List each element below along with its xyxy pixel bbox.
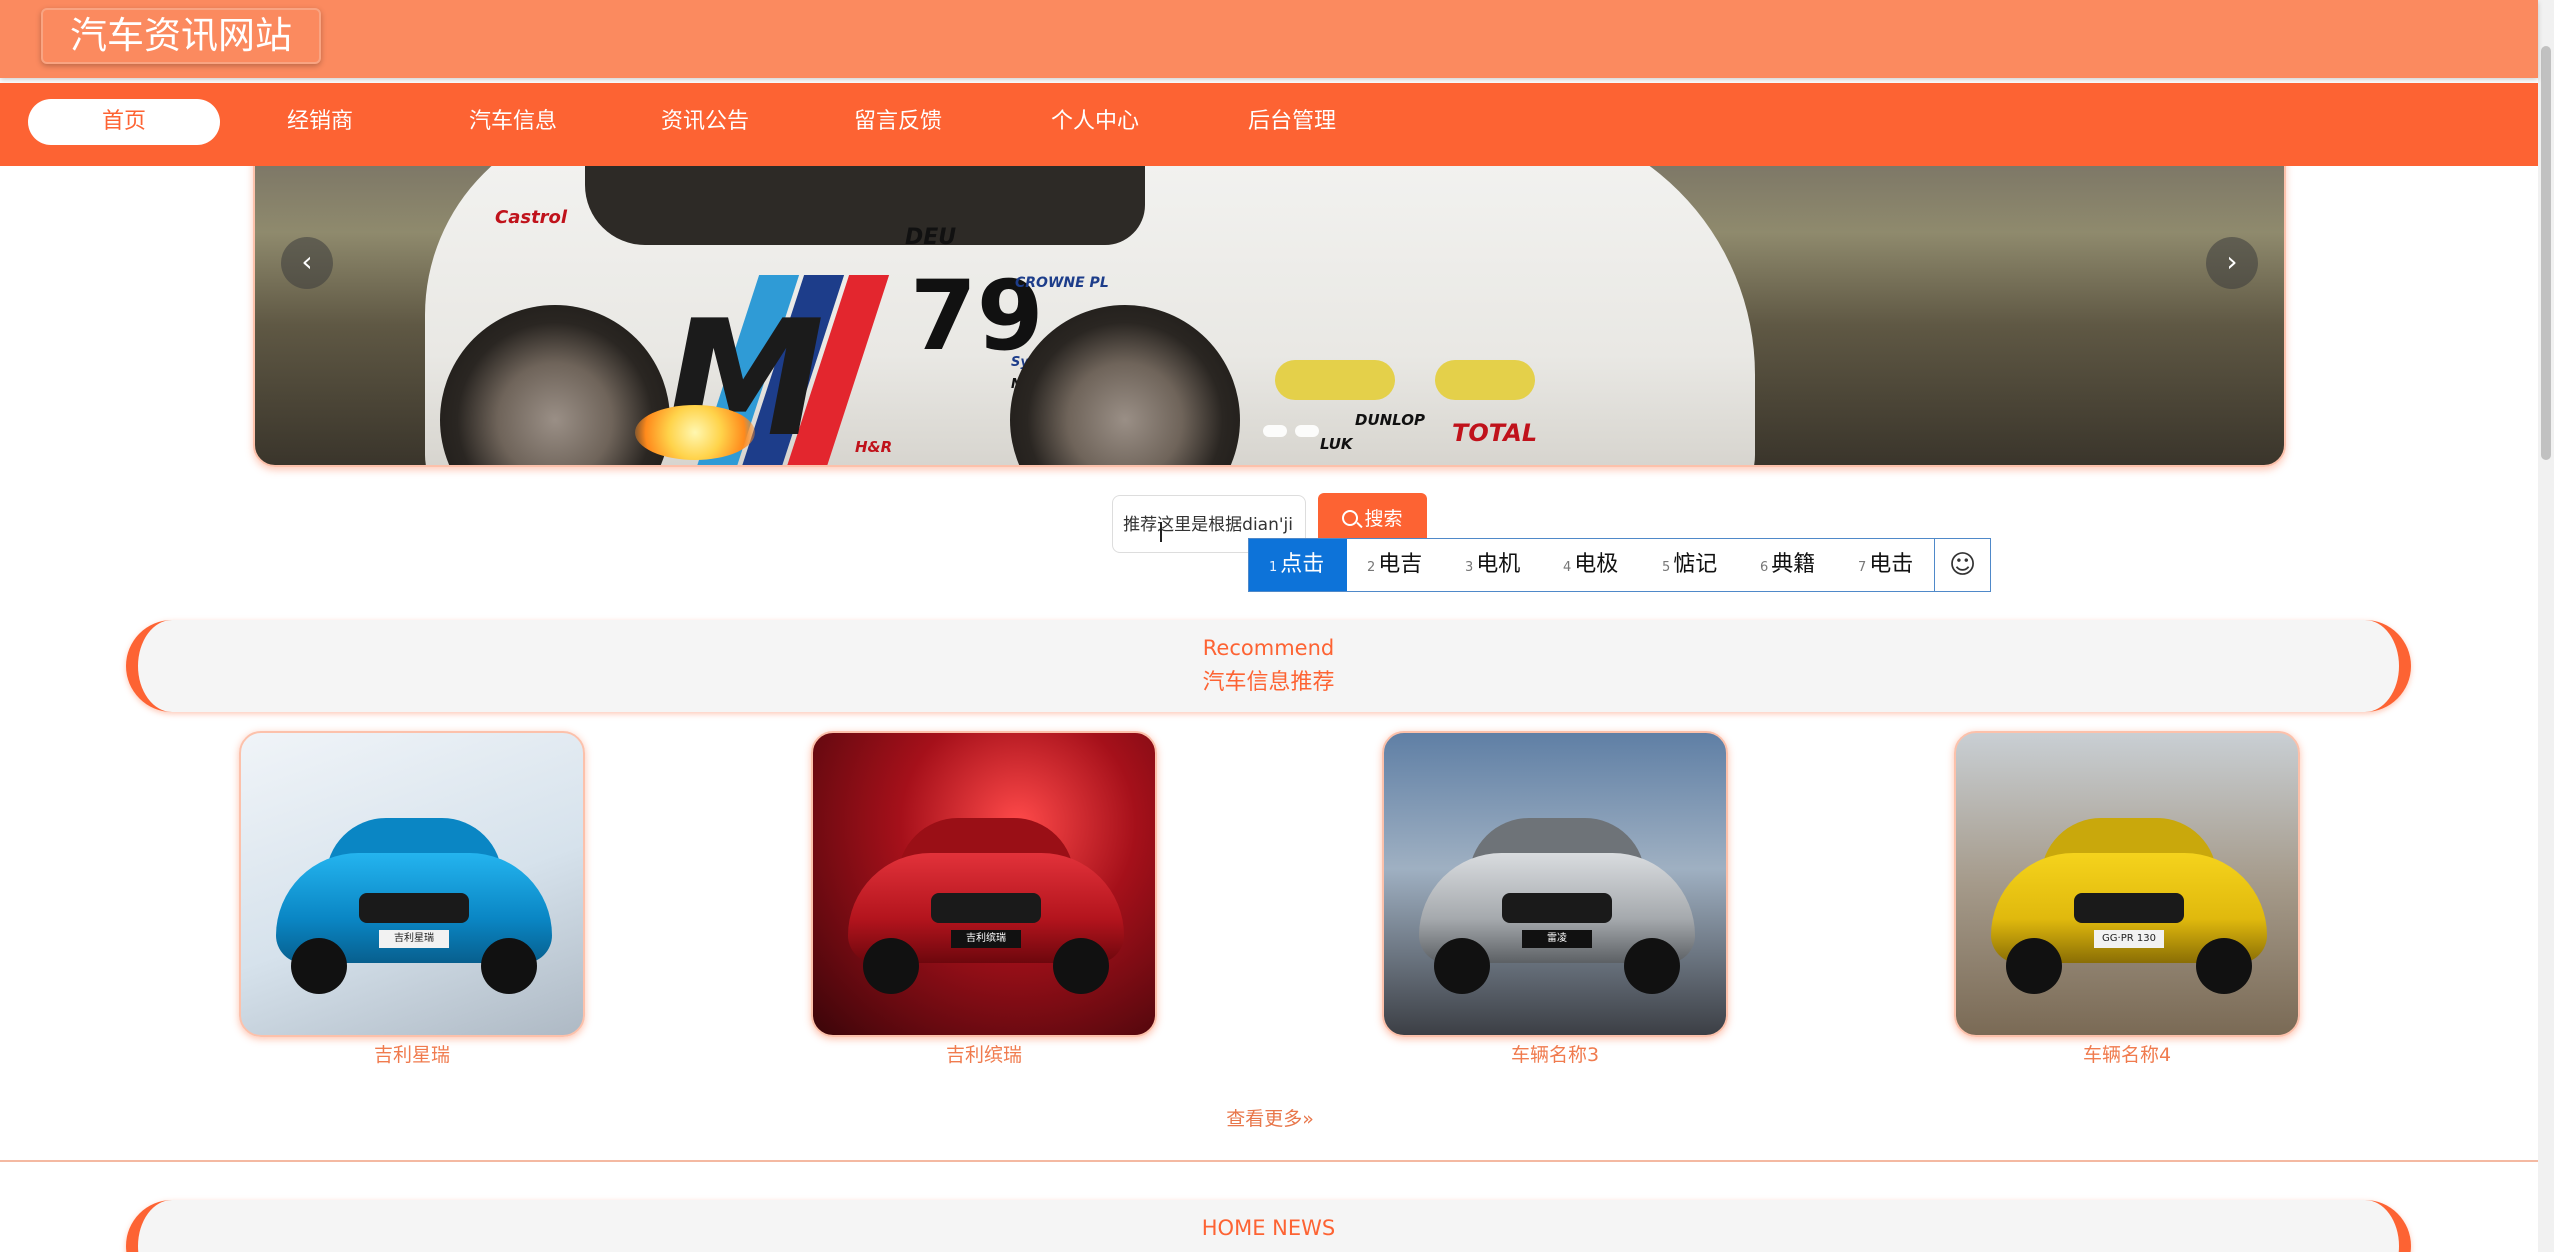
car-grill [359, 893, 469, 923]
scrollbar-thumb[interactable] [2541, 46, 2551, 460]
car-window [585, 155, 1145, 245]
banner-carousel[interactable]: M 79 DEU Castrol CROWNE PL Sympatec NGK … [253, 153, 2286, 467]
ime-candidate-2[interactable]: 2 电吉 [1367, 539, 1447, 591]
car-card-2[interactable]: 吉利缤瑞 [811, 731, 1157, 1037]
sponsor-luk: LUK [1320, 435, 1353, 453]
car-card-2-caption[interactable]: 吉利缤瑞 [811, 1040, 1157, 1067]
sponsor-hr: H&R [855, 438, 893, 456]
country-tag: DEU [905, 225, 957, 250]
view-more-link[interactable]: 查看更多» [1210, 1104, 1330, 1131]
nav-item-admin[interactable]: 后台管理 [1232, 99, 1352, 145]
emoji-icon[interactable]: ☺ [1934, 539, 1990, 591]
nav-item-dealers[interactable]: 经销商 [260, 99, 380, 145]
car-card-3-caption[interactable]: 车辆名称3 [1382, 1040, 1728, 1067]
headlight-left [1275, 360, 1395, 400]
sponsor-crowne: CROWNE PL [1015, 275, 1109, 291]
text-cursor-icon [1160, 522, 1162, 542]
car-card-3[interactable]: 雷凌 [1382, 731, 1728, 1037]
nav-item-feedback[interactable]: 留言反馈 [838, 99, 958, 145]
car-wheel-right [1053, 938, 1109, 994]
nav-item-news[interactable]: 资讯公告 [645, 99, 765, 145]
car-plate: 雷凌 [1522, 930, 1592, 948]
carousel-dot-2[interactable] [1295, 425, 1319, 437]
car-wheel-left [2006, 938, 2062, 994]
carousel-next-icon[interactable]: › [2206, 237, 2258, 289]
nav-item-car-info[interactable]: 汽车信息 [453, 99, 573, 145]
nav-item-profile[interactable]: 个人中心 [1035, 99, 1155, 145]
sponsor-total: TOTAL [1452, 419, 1538, 447]
ime-candidate-1[interactable]: 1 点击 [1249, 539, 1347, 591]
search-icon [1342, 510, 1359, 526]
car-wheel-right [481, 938, 537, 994]
car-card-1-caption[interactable]: 吉利星瑞 [239, 1040, 585, 1067]
nav-item-home[interactable]: 首页 [28, 99, 220, 145]
news-title-en: HOME NEWS [1201, 1216, 1336, 1240]
ime-candidate-bar: 1 点击 2 电吉 3 电机 4 电极 5 惦记 6 典籍 7 电击 ☺ [1248, 538, 1991, 592]
car-plate: 吉利缤瑞 [951, 930, 1021, 948]
ime-candidate-5[interactable]: 5 惦记 [1662, 539, 1742, 591]
ime-candidate-4[interactable]: 4 电极 [1563, 539, 1643, 591]
section-divider [0, 1160, 2538, 1162]
car-plate: GG·PR 130 [2094, 930, 2164, 948]
ime-candidate-7[interactable]: 7 电击 [1858, 539, 1938, 591]
search-button-label: 搜索 [1364, 508, 1403, 530]
car-plate: 吉利星瑞 [379, 930, 449, 948]
sponsor-castrol-1: Castrol [495, 207, 568, 228]
page: 汽车资讯网站 首页 经销商 汽车信息 资讯公告 留言反馈 个人中心 后台管理 M… [0, 0, 2554, 1252]
sponsor-dunlop: DUNLOP [1355, 411, 1425, 429]
car-card-4[interactable]: GG·PR 130 [1954, 731, 2300, 1037]
car-wheel-right [2196, 938, 2252, 994]
search-input-value: 推荐这里是根据dian'ji [1123, 515, 1293, 535]
recommend-section-header: Recommend 汽车信息推荐 [126, 620, 2411, 712]
ime-candidate-6[interactable]: 6 典籍 [1760, 539, 1840, 591]
car-card-1[interactable]: 吉利星瑞 [239, 731, 585, 1037]
carousel-prev-icon[interactable]: ‹ [281, 237, 333, 289]
carousel-dot-1[interactable] [1263, 425, 1287, 437]
car-wheel-left [291, 938, 347, 994]
headlight-right [1435, 360, 1535, 400]
news-section-header: HOME NEWS [126, 1200, 2411, 1252]
car-card-4-caption[interactable]: 车辆名称4 [1954, 1040, 2300, 1067]
main-nav: 首页 经销商 汽车信息 资讯公告 留言反馈 个人中心 后台管理 [0, 83, 2538, 166]
exhaust-flame [635, 405, 755, 460]
banner-image-race-car: M 79 DEU Castrol CROWNE PL Sympatec NGK … [255, 155, 2284, 465]
recommend-title-en: Recommend [1202, 636, 1335, 660]
car-wheel-right [1624, 938, 1680, 994]
car-grill [2074, 893, 2184, 923]
top-header: 汽车资讯网站 [0, 0, 2538, 78]
ime-candidate-3[interactable]: 3 电机 [1465, 539, 1545, 591]
page-scrollbar[interactable] [2538, 0, 2554, 1252]
car-grill [931, 893, 1041, 923]
car-grill [1502, 893, 1612, 923]
car-wheel-left [863, 938, 919, 994]
car-wheel-left [1434, 938, 1490, 994]
recommend-title-cn: 汽车信息推荐 [1202, 670, 1335, 695]
site-title[interactable]: 汽车资讯网站 [41, 8, 321, 64]
